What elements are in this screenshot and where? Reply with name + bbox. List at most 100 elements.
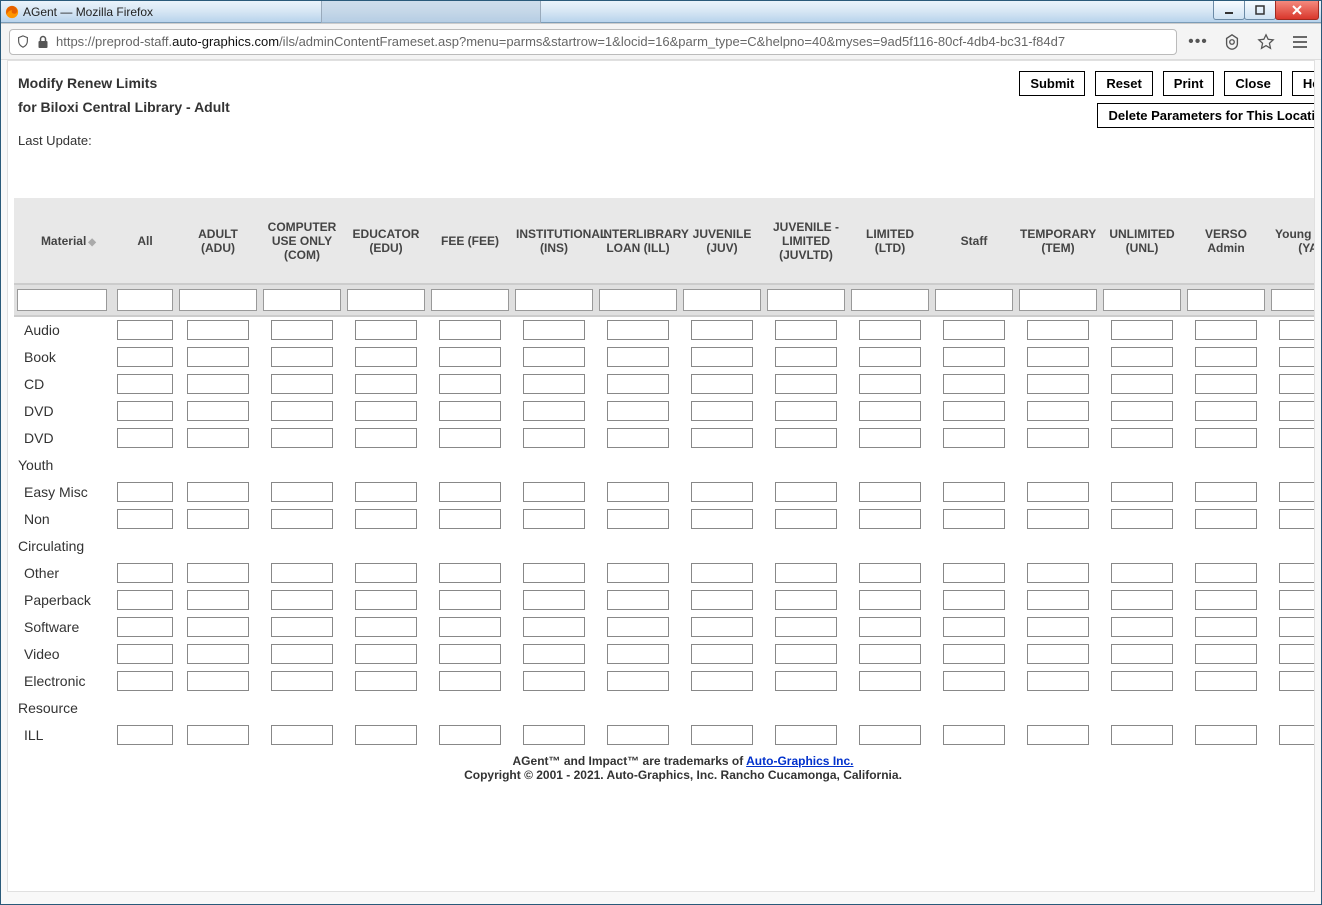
limit-cell-input[interactable] (859, 617, 921, 637)
limit-cell-input[interactable] (607, 347, 669, 367)
limit-cell-input[interactable] (187, 509, 249, 529)
limit-cell-input[interactable] (117, 644, 173, 664)
limit-cell-input[interactable] (117, 320, 173, 340)
limit-cell-input[interactable] (607, 725, 669, 745)
limit-cell-input[interactable] (187, 401, 249, 421)
delete-parameters-button[interactable]: Delete Parameters for This Location (1097, 103, 1315, 128)
limit-cell-input[interactable] (439, 428, 501, 448)
column-filter-input[interactable] (117, 289, 173, 311)
reset-button[interactable]: Reset (1095, 71, 1152, 96)
limit-cell-input[interactable] (943, 374, 1005, 394)
limit-cell-input[interactable] (523, 347, 585, 367)
limit-cell-input[interactable] (1279, 320, 1315, 340)
limit-cell-input[interactable] (439, 725, 501, 745)
limit-cell-input[interactable] (1279, 509, 1315, 529)
limit-cell-input[interactable] (271, 401, 333, 421)
limit-cell-input[interactable] (523, 428, 585, 448)
column-filter-input[interactable] (1019, 289, 1097, 311)
limit-cell-input[interactable] (439, 590, 501, 610)
limit-cell-input[interactable] (355, 644, 417, 664)
column-filter-input[interactable] (767, 289, 845, 311)
limit-cell-input[interactable] (117, 617, 173, 637)
limit-cell-input[interactable] (117, 725, 173, 745)
limit-cell-input[interactable] (1027, 644, 1089, 664)
limit-cell-input[interactable] (775, 320, 837, 340)
limit-cell-input[interactable] (691, 374, 753, 394)
bookmark-star-icon[interactable] (1253, 29, 1279, 55)
limit-cell-input[interactable] (355, 671, 417, 691)
limit-cell-input[interactable] (607, 374, 669, 394)
limit-cell-input[interactable] (1027, 320, 1089, 340)
limit-cell-input[interactable] (187, 590, 249, 610)
limit-cell-input[interactable] (775, 725, 837, 745)
limit-cell-input[interactable] (859, 347, 921, 367)
limit-cell-input[interactable] (439, 563, 501, 583)
table-settings-button[interactable] (1314, 162, 1315, 192)
limit-cell-input[interactable] (943, 617, 1005, 637)
limit-cell-input[interactable] (775, 590, 837, 610)
limit-cell-input[interactable] (439, 671, 501, 691)
limit-cell-input[interactable] (1195, 482, 1257, 502)
limit-cell-input[interactable] (859, 590, 921, 610)
column-header[interactable]: Staff (932, 198, 1016, 284)
limit-cell-input[interactable] (523, 509, 585, 529)
limit-cell-input[interactable] (1195, 617, 1257, 637)
limit-cell-input[interactable] (117, 563, 173, 583)
minimize-button[interactable] (1213, 1, 1245, 20)
column-header[interactable]: INTERLIBRARY LOAN (ILL) (596, 198, 680, 284)
column-filter-input[interactable] (515, 289, 593, 311)
limit-cell-input[interactable] (859, 725, 921, 745)
limit-cell-input[interactable] (1111, 428, 1173, 448)
limit-cell-input[interactable] (943, 428, 1005, 448)
column-filter-input[interactable] (431, 289, 509, 311)
limit-cell-input[interactable] (187, 320, 249, 340)
page-actions-icon[interactable]: ••• (1185, 29, 1211, 55)
limit-cell-input[interactable] (187, 644, 249, 664)
limit-cell-input[interactable] (1195, 590, 1257, 610)
limit-cell-input[interactable] (1195, 347, 1257, 367)
limit-cell-input[interactable] (117, 509, 173, 529)
limit-cell-input[interactable] (523, 671, 585, 691)
column-header[interactable]: UNLIMITED (UNL) (1100, 198, 1184, 284)
limit-cell-input[interactable] (1279, 671, 1315, 691)
limit-cell-input[interactable] (355, 320, 417, 340)
limit-cell-input[interactable] (1279, 644, 1315, 664)
limit-cell-input[interactable] (943, 725, 1005, 745)
limit-cell-input[interactable] (1111, 374, 1173, 394)
limit-cell-input[interactable] (439, 401, 501, 421)
limit-cell-input[interactable] (117, 374, 173, 394)
maximize-button[interactable] (1244, 1, 1276, 20)
limit-cell-input[interactable] (775, 401, 837, 421)
limit-cell-input[interactable] (1279, 725, 1315, 745)
limit-cell-input[interactable] (1279, 374, 1315, 394)
background-tab[interactable] (321, 1, 541, 23)
print-button[interactable]: Print (1163, 71, 1215, 96)
column-header[interactable]: JUVENILE (JUV) (680, 198, 764, 284)
limit-cell-input[interactable] (117, 590, 173, 610)
limit-cell-input[interactable] (187, 671, 249, 691)
limit-cell-input[interactable] (859, 644, 921, 664)
limit-cell-input[interactable] (1027, 563, 1089, 583)
column-filter-input[interactable] (683, 289, 761, 311)
limit-cell-input[interactable] (943, 482, 1005, 502)
limit-cell-input[interactable] (691, 644, 753, 664)
limit-cell-input[interactable] (607, 617, 669, 637)
limit-cell-input[interactable] (271, 644, 333, 664)
limit-cell-input[interactable] (1195, 374, 1257, 394)
limit-cell-input[interactable] (943, 509, 1005, 529)
limit-cell-input[interactable] (117, 401, 173, 421)
limit-cell-input[interactable] (1027, 347, 1089, 367)
limit-cell-input[interactable] (271, 374, 333, 394)
limit-cell-input[interactable] (1111, 590, 1173, 610)
limit-cell-input[interactable] (187, 374, 249, 394)
limit-cell-input[interactable] (187, 725, 249, 745)
close-button[interactable]: Close (1224, 71, 1281, 96)
column-filter-input[interactable] (347, 289, 425, 311)
limit-cell-input[interactable] (1279, 590, 1315, 610)
limit-cell-input[interactable] (1279, 617, 1315, 637)
limit-cell-input[interactable] (859, 428, 921, 448)
limit-cell-input[interactable] (607, 428, 669, 448)
limit-cell-input[interactable] (355, 401, 417, 421)
limit-cell-input[interactable] (1027, 428, 1089, 448)
limit-cell-input[interactable] (607, 320, 669, 340)
